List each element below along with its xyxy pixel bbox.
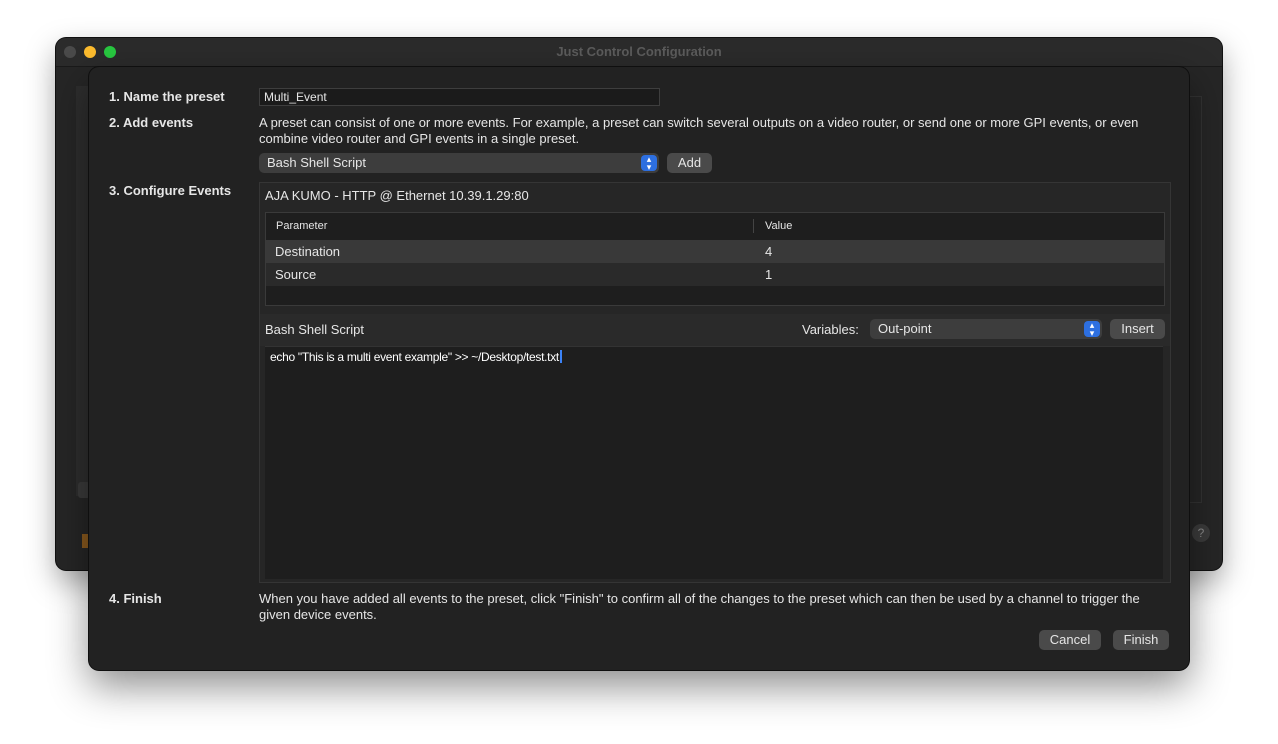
chevron-up-down-icon: ▴ ▾ (641, 155, 657, 172)
finish-button[interactable]: Finish (1113, 630, 1169, 650)
background-list-panel (76, 86, 90, 496)
step-add-label: 2. Add events (109, 115, 194, 130)
table-header-parameter[interactable]: Parameter (276, 213, 327, 239)
help-icon[interactable]: ? (1192, 524, 1210, 542)
chevron-up-down-icon: ▴ ▾ (1084, 321, 1100, 338)
table-header-divider (753, 219, 754, 233)
window-title: Just Control Configuration (556, 44, 722, 59)
step-finish-label: 4. Finish (109, 591, 162, 606)
variables-select-value: Out-point (878, 321, 932, 336)
preset-sheet: 1. Name the preset Multi_Event 2. Add ev… (89, 67, 1189, 670)
script-content[interactable]: echo "This is a multi event example" >> … (270, 350, 562, 364)
add-events-description: A preset can consist of one or more even… (259, 115, 1139, 146)
table-cell-parameter: Destination (275, 244, 341, 259)
script-toolbar: Bash Shell Script Variables: Out-point ▴… (260, 314, 1170, 346)
table-cell-value[interactable]: 1 (765, 263, 772, 286)
preset-name-input[interactable]: Multi_Event (259, 88, 660, 106)
table-cell-parameter: Source (275, 267, 317, 282)
cancel-button[interactable]: Cancel (1039, 630, 1101, 650)
add-event-button[interactable]: Add (667, 153, 712, 173)
background-right-panel (1189, 96, 1202, 503)
step-name-label: 1. Name the preset (109, 89, 225, 104)
variables-label: Variables: (802, 322, 859, 337)
event-type-select[interactable]: Bash Shell Script ▴ ▾ (259, 153, 659, 173)
table-cell-value[interactable]: 4 (765, 240, 772, 263)
table-row[interactable]: Source 1 (266, 263, 1164, 286)
title-bar: Just Control Configuration (56, 38, 1222, 67)
table-header-value[interactable]: Value (765, 213, 792, 239)
parameter-table: Parameter Value Destination 4 Source 1 (265, 212, 1165, 306)
text-caret (559, 350, 562, 363)
table-row[interactable]: Destination 4 (266, 240, 1164, 263)
configure-events-panel: AJA KUMO - HTTP @ Ethernet 10.39.1.29:80… (259, 182, 1171, 583)
device-title: AJA KUMO - HTTP @ Ethernet 10.39.1.29:80 (265, 188, 529, 203)
variables-select[interactable]: Out-point ▴ ▾ (870, 319, 1102, 339)
finish-description: When you have added all events to the pr… (259, 591, 1140, 622)
script-content-text: echo "This is a multi event example" >> … (270, 350, 559, 364)
script-editor[interactable]: echo "This is a multi event example" >> … (265, 346, 1163, 579)
event-type-select-value: Bash Shell Script (267, 155, 366, 170)
script-section-label: Bash Shell Script (265, 322, 364, 337)
step-configure-label: 3. Configure Events (109, 183, 232, 198)
insert-variable-button[interactable]: Insert (1110, 319, 1165, 339)
